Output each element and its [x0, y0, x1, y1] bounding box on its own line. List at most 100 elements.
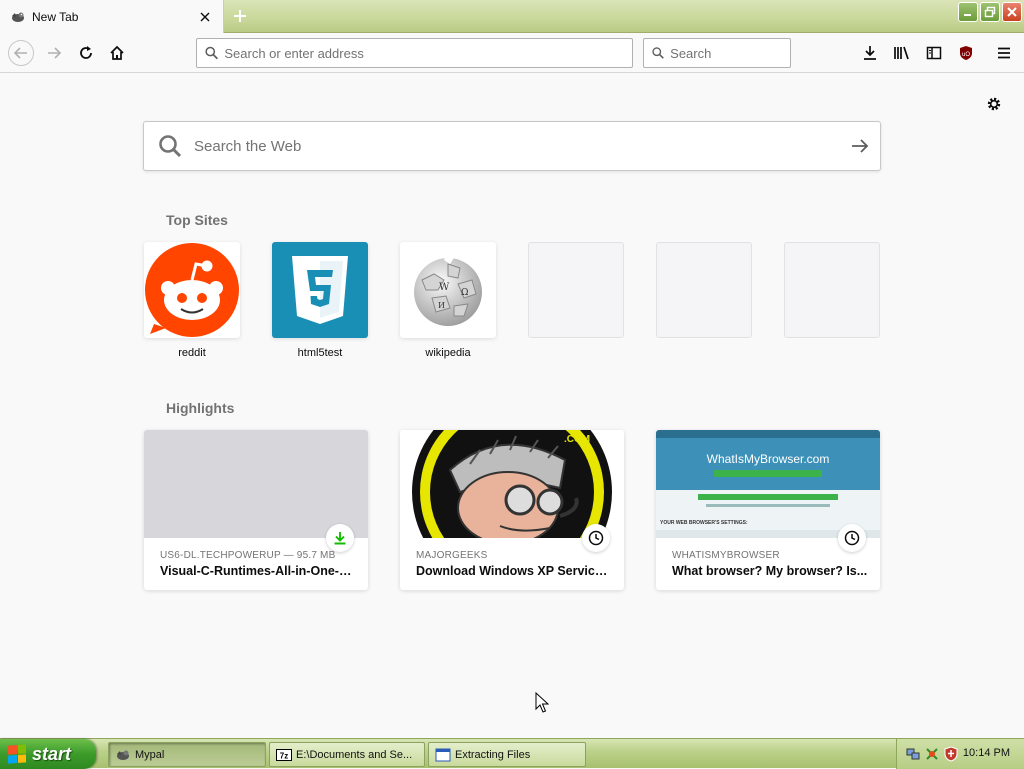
thumb-settings-heading: YOUR WEB BROWSER'S SETTINGS:: [660, 520, 748, 526]
majorgeeks-mascot-image: .COM: [412, 430, 612, 538]
search-icon: [205, 46, 219, 60]
back-button[interactable]: [8, 40, 34, 66]
highlight-source: WHATISMYBROWSER: [672, 550, 780, 561]
highlight-title: Visual-C-Runtimes-All-in-One-N...: [160, 564, 356, 578]
forward-button[interactable]: [42, 41, 66, 65]
library-button[interactable]: [890, 41, 914, 65]
system-tray: 10:14 PM: [896, 739, 1024, 769]
web-search-box[interactable]: [143, 121, 881, 171]
empty-tile: [656, 242, 752, 338]
top-site-label: html5test: [297, 347, 343, 359]
start-label: start: [32, 743, 72, 764]
html5test-tile[interactable]: [272, 242, 368, 338]
taskbar-item-extracting[interactable]: Extracting Files: [428, 742, 586, 767]
network-icon[interactable]: [905, 746, 921, 762]
highlight-card[interactable]: .COM MAJORGEEKS Download Windows XP Serv…: [400, 430, 624, 590]
close-icon[interactable]: [197, 9, 213, 25]
highlight-thumbnail: [144, 430, 368, 538]
top-site-empty: [656, 242, 752, 361]
search-icon: [652, 47, 664, 59]
ublock-shield-icon: uO: [960, 46, 972, 60]
shield-icon[interactable]: [943, 746, 959, 762]
svg-text:Ω: Ω: [461, 288, 468, 298]
search-input[interactable]: [670, 45, 790, 61]
taskbar-item-mypal[interactable]: Mypal: [108, 742, 266, 767]
home-icon: [110, 45, 124, 60]
top-site-html5test[interactable]: html5test: [272, 242, 368, 361]
reddit-tile[interactable]: [144, 242, 240, 338]
mouse-cursor-icon: [535, 692, 549, 713]
mypal-icon: [115, 747, 131, 763]
wikipedia-tile[interactable]: W Ω И: [400, 242, 496, 338]
html5-logo-icon: [292, 256, 348, 324]
nav-bar: uO: [0, 33, 1024, 73]
gear-icon[interactable]: [984, 94, 1004, 114]
top-site-label: reddit: [178, 347, 206, 359]
sidebar-button[interactable]: [922, 41, 946, 65]
taskbar-item-label: E:\Documents and Se...: [296, 748, 413, 761]
tab-new-tab[interactable]: New Tab: [0, 0, 224, 33]
home-button[interactable]: [105, 41, 129, 65]
empty-tile: [528, 242, 624, 338]
highlight-title: What browser? My browser? Is...: [672, 564, 868, 578]
window-close-button[interactable]: [1002, 2, 1022, 22]
svg-text:И: И: [438, 301, 445, 310]
windows-flag-icon: [8, 744, 26, 764]
ublock-button[interactable]: uO: [954, 41, 978, 65]
top-site-empty: [784, 242, 880, 361]
highlight-thumbnail: WhatIsMyBrowser.com YOUR WEB BROWSER'S S…: [656, 430, 880, 538]
top-site-empty: [528, 242, 624, 361]
start-button[interactable]: start: [0, 739, 96, 769]
search-icon: [159, 135, 182, 158]
minimize-button[interactable]: [958, 2, 978, 22]
window-controls: [958, 2, 1022, 22]
taskbar: start Mypal 7z E:\Documents and Se... Ex…: [0, 738, 1024, 769]
highlight-source: MAJORGEEKS: [416, 550, 488, 561]
taskbar-item-7zip[interactable]: 7z E:\Documents and Se...: [269, 742, 425, 767]
new-tab-page: Top Sites reddit: [0, 74, 1024, 738]
wikipedia-globe-icon: W Ω И: [414, 254, 482, 326]
top-sites-grid: reddit html5test W Ω И wikipedia: [144, 242, 880, 361]
7zip-icon: 7z: [276, 747, 292, 763]
highlight-thumbnail: .COM: [400, 430, 624, 538]
empty-tile: [784, 242, 880, 338]
library-icon: [894, 46, 909, 60]
arrow-right-icon: [48, 47, 62, 59]
top-site-reddit[interactable]: reddit: [144, 242, 240, 361]
url-input[interactable]: [224, 45, 632, 61]
sidebar-icon: [926, 46, 942, 60]
svg-text:7z: 7z: [280, 751, 288, 760]
top-site-wikipedia[interactable]: W Ω И wikipedia: [400, 242, 496, 361]
tab-strip: New Tab: [0, 0, 1024, 33]
top-sites-heading: Top Sites: [166, 212, 228, 228]
clock: 10:14 PM: [962, 747, 1010, 759]
highlight-card[interactable]: US6-DL.TECHPOWERUP — 95.7 MB Visual-C-Ru…: [144, 430, 368, 590]
reload-icon: [80, 46, 92, 59]
reddit-logo-icon: [145, 243, 239, 337]
restore-button[interactable]: [980, 2, 1000, 22]
url-bar[interactable]: [196, 38, 633, 68]
mypal-icon: [10, 9, 26, 25]
svg-text:.COM: .COM: [564, 434, 590, 445]
top-site-label: wikipedia: [425, 347, 471, 359]
highlight-title: Download Windows XP Service ...: [416, 564, 612, 578]
thumb-site-name: WhatIsMyBrowser.com: [706, 452, 830, 466]
search-bar[interactable]: [643, 38, 791, 68]
highlights-heading: Highlights: [166, 400, 235, 416]
highlight-source: US6-DL.TECHPOWERUP — 95.7 MB: [160, 550, 336, 561]
taskbar-item-label: Mypal: [135, 748, 165, 761]
taskbar-item-label: Extracting Files: [455, 748, 531, 761]
hamburger-menu-icon: [998, 47, 1010, 59]
highlight-card[interactable]: WhatIsMyBrowser.com YOUR WEB BROWSER'S S…: [656, 430, 880, 590]
web-search-input[interactable]: [194, 137, 840, 155]
clock-icon: [582, 524, 610, 552]
window-icon: [435, 747, 451, 763]
tab-title: New Tab: [32, 9, 79, 24]
downloads-button[interactable]: [858, 41, 882, 65]
menu-button[interactable]: [992, 41, 1016, 65]
search-go-button[interactable]: [840, 122, 880, 170]
plus-icon[interactable]: [230, 6, 250, 26]
reload-button[interactable]: [74, 41, 98, 65]
arrow-left-icon: [13, 47, 27, 59]
security-icon[interactable]: [924, 746, 940, 762]
